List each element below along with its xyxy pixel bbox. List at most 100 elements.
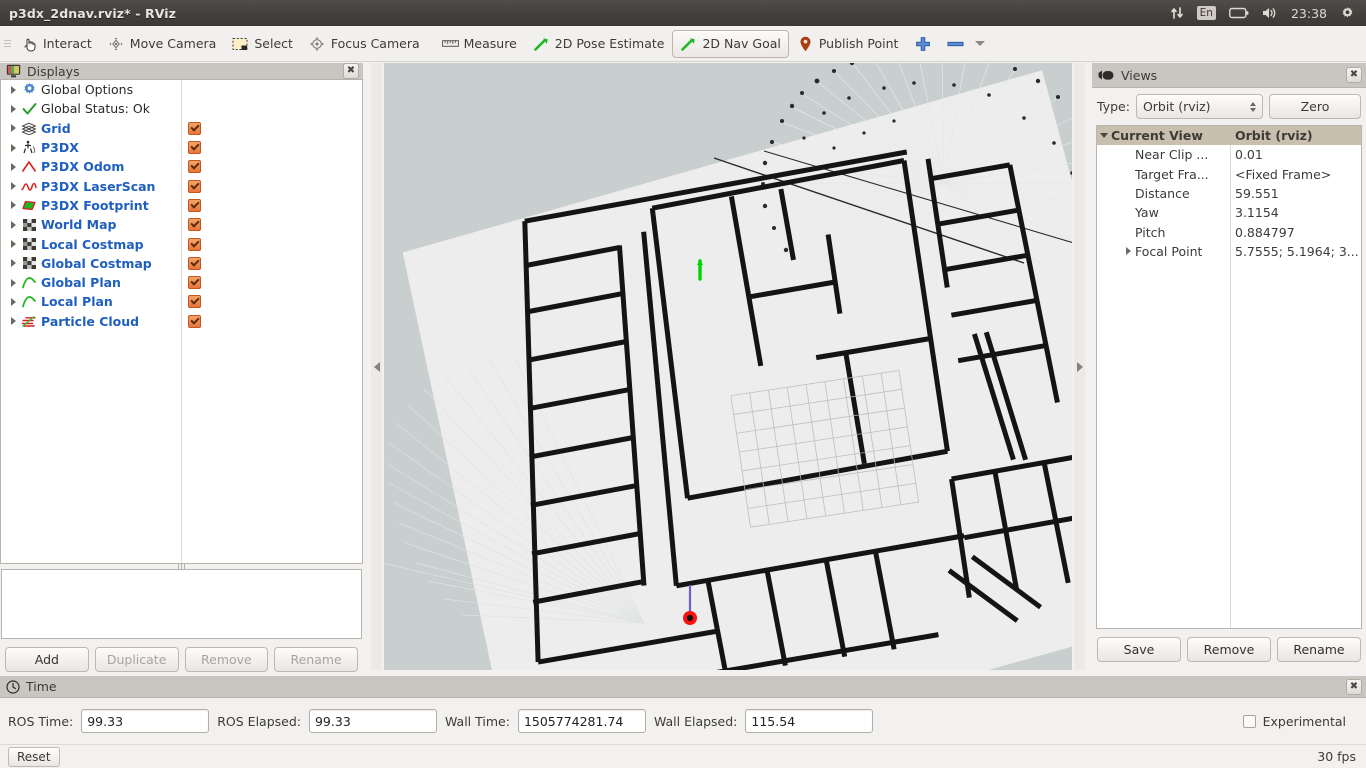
save-view-button[interactable]: Save: [1097, 637, 1181, 662]
chevron-right-icon[interactable]: [7, 298, 19, 306]
add-tool-button[interactable]: [906, 30, 939, 58]
views-row-near-clip[interactable]: Near Clip ... 0.01: [1097, 145, 1361, 164]
experimental-checkbox-group[interactable]: Experimental: [1242, 714, 1358, 729]
view-type-value: Orbit (rviz): [1142, 99, 1211, 114]
views-row-value[interactable]: 3.1154: [1235, 205, 1361, 220]
display-item-checkbox[interactable]: [188, 237, 201, 251]
display-item-checkbox[interactable]: [188, 276, 201, 290]
display-item-world-map[interactable]: World Map: [1, 215, 362, 234]
experimental-checkbox[interactable]: [1242, 714, 1256, 728]
tool-move-camera[interactable]: Move Camera: [100, 30, 225, 58]
display-item-global-costmap[interactable]: Global Costmap: [1, 254, 362, 273]
remove-view-button[interactable]: Remove: [1187, 637, 1271, 662]
chevron-left-icon[interactable]: [373, 361, 380, 372]
add-display-button[interactable]: Add: [5, 647, 89, 672]
system-tray: En 23:38: [1170, 6, 1366, 21]
display-item-checkbox[interactable]: [188, 160, 201, 174]
display-item-particle-cloud[interactable]: Particle Cloud: [1, 312, 362, 331]
remove-display-button[interactable]: Remove: [184, 647, 269, 672]
chevron-right-icon[interactable]: [1121, 247, 1135, 255]
tool-publish-point[interactable]: Publish Point: [789, 30, 907, 58]
chevron-right-icon[interactable]: [7, 317, 19, 325]
display-item-checkbox[interactable]: [188, 314, 201, 328]
right-splitter[interactable]: [1074, 63, 1085, 670]
chevron-down-icon[interactable]: [975, 41, 986, 46]
display-item-global-status[interactable]: Global Status: Ok: [1, 99, 362, 118]
3d-render-view[interactable]: [384, 63, 1072, 670]
chevron-right-icon[interactable]: [7, 124, 19, 132]
displays-tree[interactable]: Global Options Global Status: Ok Grid P3…: [0, 80, 363, 564]
views-row-pitch[interactable]: Pitch 0.884797: [1097, 222, 1361, 241]
display-item-global-options[interactable]: Global Options: [1, 80, 362, 99]
views-row-yaw[interactable]: Yaw 3.1154: [1097, 203, 1361, 222]
wall-elapsed-input[interactable]: 115.54: [745, 709, 874, 733]
views-row-current-view[interactable]: Current View Orbit (rviz): [1097, 126, 1361, 146]
rename-display-button[interactable]: Rename: [274, 647, 358, 672]
display-item-p3dx[interactable]: P3DX: [1, 138, 362, 157]
close-icon[interactable]: ✖: [343, 63, 359, 79]
toolbar-drag-handle[interactable]: [2, 33, 12, 55]
chevron-right-icon[interactable]: [7, 144, 19, 152]
tool-2d-pose-estimate[interactable]: 2D Pose Estimate: [525, 30, 673, 58]
tool-select[interactable]: Select: [224, 30, 301, 58]
reset-button[interactable]: Reset: [8, 746, 60, 767]
display-item-checkbox[interactable]: [188, 141, 201, 155]
display-item-checkbox[interactable]: [188, 256, 201, 270]
chevron-right-icon[interactable]: [7, 279, 19, 287]
tool-interact[interactable]: Interact: [13, 30, 100, 58]
chevron-right-icon[interactable]: [7, 163, 19, 171]
ros-time-input[interactable]: 99.33: [81, 709, 210, 733]
display-item-grid[interactable]: Grid: [1, 119, 362, 138]
display-item-checkbox[interactable]: [188, 295, 201, 309]
ros-elapsed-label: ROS Elapsed:: [217, 713, 301, 729]
display-item-checkbox[interactable]: [188, 218, 201, 232]
tool-2d-nav-goal[interactable]: 2D Nav Goal: [672, 29, 789, 58]
remove-tool-button[interactable]: [939, 30, 993, 58]
views-row-focal-point[interactable]: Focal Point 5.7555; 5.1964; 3...: [1097, 242, 1361, 261]
chevron-right-icon[interactable]: [7, 201, 19, 209]
views-row-value[interactable]: 5.7555; 5.1964; 3...: [1235, 244, 1361, 259]
display-item-checkbox[interactable]: [188, 198, 201, 212]
chevron-right-icon[interactable]: [7, 105, 19, 113]
close-icon[interactable]: ✖: [1346, 67, 1362, 83]
left-splitter[interactable]: [371, 63, 382, 670]
rename-view-button[interactable]: Rename: [1277, 637, 1361, 662]
display-item-local-costmap[interactable]: Local Costmap: [1, 234, 362, 253]
views-property-tree[interactable]: Current View Orbit (rviz) Near Clip ... …: [1096, 125, 1362, 629]
display-item-p3dx-footprint[interactable]: P3DX Footprint: [1, 196, 362, 215]
tool-measure[interactable]: Measure: [434, 30, 525, 58]
display-item-p3dx-laserscan[interactable]: P3DX LaserScan: [1, 176, 362, 195]
views-row-target-frame[interactable]: Target Fra... <Fixed Frame>: [1097, 165, 1361, 184]
ros-elapsed-input[interactable]: 99.33: [308, 709, 437, 733]
display-item-global-plan[interactable]: Global Plan: [1, 273, 362, 292]
spinner-arrows-icon[interactable]: [1250, 101, 1256, 112]
battery-icon[interactable]: [1229, 7, 1249, 19]
tool-focus-camera[interactable]: Focus Camera: [301, 30, 428, 58]
duplicate-display-button[interactable]: Duplicate: [94, 647, 179, 672]
network-updown-icon[interactable]: [1170, 6, 1184, 20]
display-item-p3dx-odom[interactable]: P3DX Odom: [1, 157, 362, 176]
volume-icon[interactable]: [1262, 6, 1278, 20]
display-item-checkbox[interactable]: [188, 179, 201, 193]
display-item-local-plan[interactable]: Local Plan: [1, 292, 362, 311]
chevron-right-icon[interactable]: [7, 259, 19, 267]
chevron-right-icon[interactable]: [7, 240, 19, 248]
keyboard-layout-indicator[interactable]: En: [1196, 6, 1216, 20]
views-row-distance[interactable]: Distance 59.551: [1097, 184, 1361, 203]
tray-clock[interactable]: 23:38: [1291, 6, 1327, 21]
chevron-right-icon[interactable]: [7, 182, 19, 190]
chevron-right-icon[interactable]: [7, 86, 19, 94]
views-row-value[interactable]: 59.551: [1235, 186, 1361, 201]
chevron-down-icon[interactable]: [1097, 133, 1111, 138]
gear-icon[interactable]: [1340, 6, 1355, 21]
close-icon[interactable]: ✖: [1346, 678, 1362, 695]
wall-time-input[interactable]: 1505774281.74: [517, 709, 646, 733]
chevron-right-icon[interactable]: [1076, 361, 1083, 372]
view-type-select[interactable]: Orbit (rviz): [1135, 94, 1263, 119]
chevron-right-icon[interactable]: [7, 221, 19, 229]
views-row-value[interactable]: 0.884797: [1235, 225, 1361, 240]
display-item-checkbox[interactable]: [188, 121, 201, 135]
zero-view-button[interactable]: Zero: [1269, 94, 1361, 119]
views-row-value[interactable]: 0.01: [1235, 147, 1361, 162]
views-row-value[interactable]: <Fixed Frame>: [1235, 167, 1361, 182]
